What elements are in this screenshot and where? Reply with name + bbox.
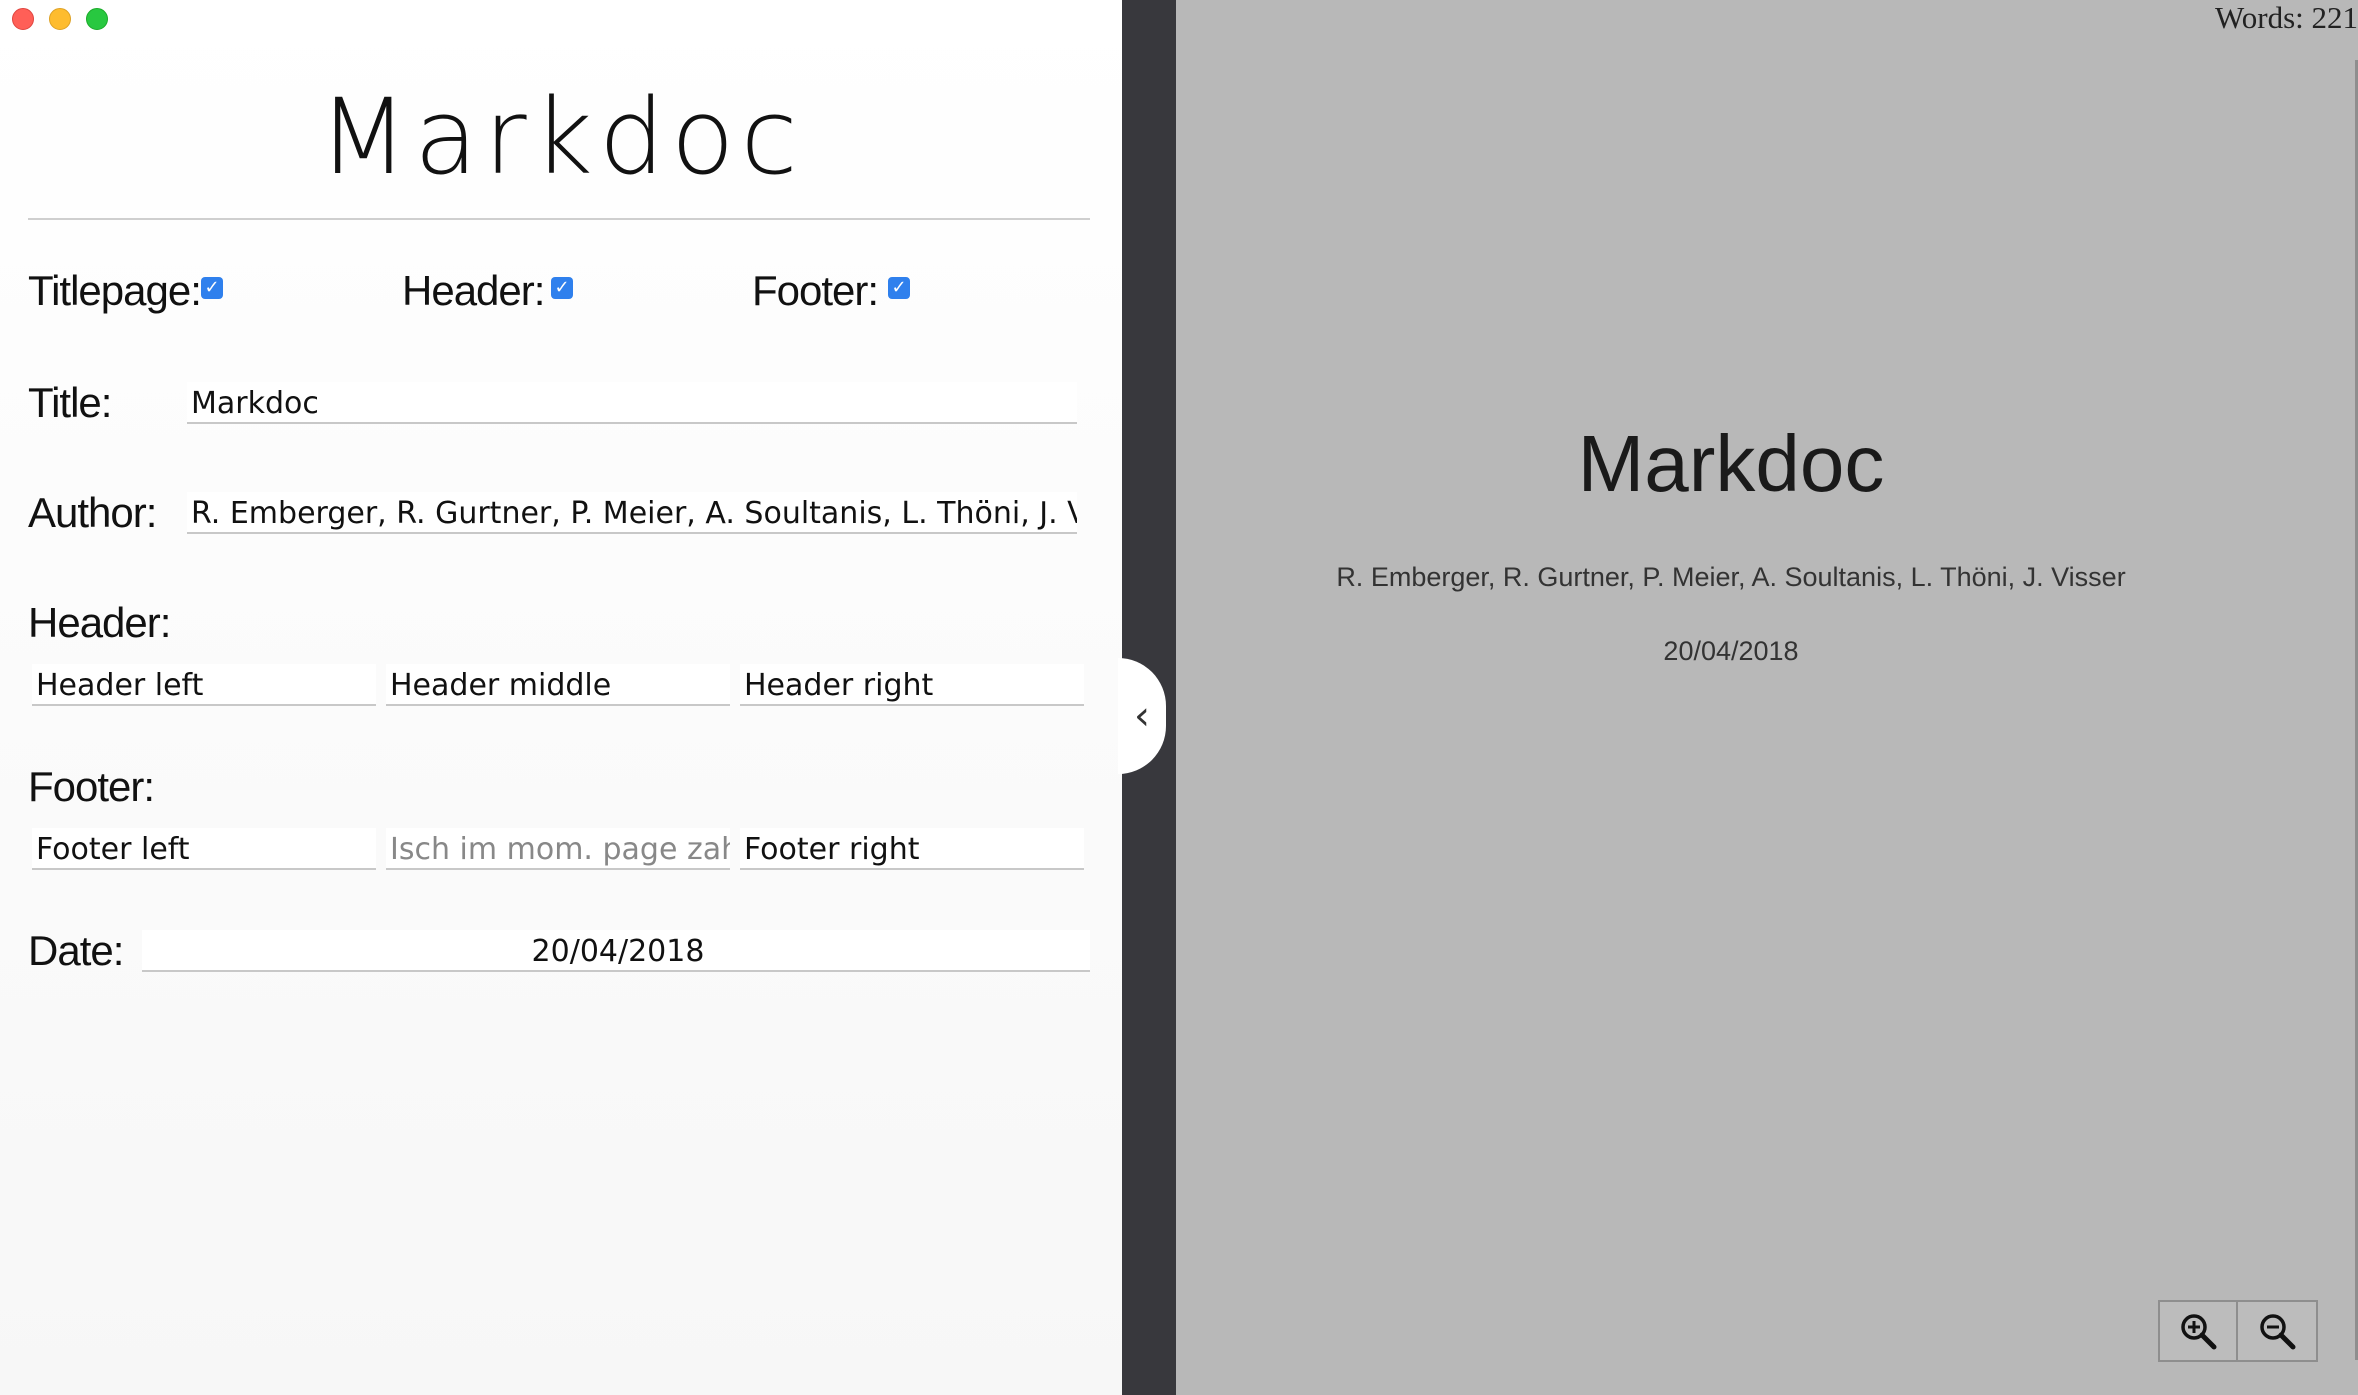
preview-title: Markdoc (1577, 419, 1885, 508)
preview-author: R. Emberger, R. Gurtner, P. Meier, A. So… (1336, 562, 2126, 592)
zoom-controls (2158, 1300, 2318, 1362)
chevron-left-icon: ‹ (1134, 693, 1150, 739)
zoom-in-icon (2181, 1314, 2217, 1350)
date-input[interactable]: 20/04/2018 (142, 930, 1090, 972)
footer-right-input[interactable]: Footer right (740, 828, 1084, 870)
author-label: Author: (28, 489, 157, 536)
title-divider (28, 218, 1090, 220)
titlepage-label: Titlepage: (28, 267, 202, 314)
footer-toggle-label: Footer: (752, 267, 879, 314)
footer-left-input[interactable]: Footer left (32, 828, 376, 870)
app-title: Markdoc (318, 76, 804, 198)
footer-section-label: Footer: (28, 763, 155, 810)
zoom-out-button[interactable] (2238, 1300, 2318, 1362)
header-checkbox[interactable]: ✓ (551, 277, 573, 299)
zoom-in-button[interactable] (2158, 1300, 2238, 1362)
title-input[interactable]: Markdoc (187, 382, 1077, 424)
header-left-input[interactable]: Header left (32, 664, 376, 706)
editor-panel: Markdoc Titlepage: ✓ Header: ✓ Footer: ✓… (0, 0, 1122, 1395)
zoom-out-icon (2260, 1314, 2296, 1350)
maximize-window-icon[interactable] (86, 8, 108, 30)
date-label: Date: (28, 927, 124, 974)
close-window-icon[interactable] (12, 8, 34, 30)
titlepage-checkbox[interactable]: ✓ (201, 277, 223, 299)
window-controls (12, 8, 108, 30)
author-input[interactable]: R. Emberger, R. Gurtner, P. Meier, A. So… (187, 492, 1077, 534)
title-label: Title: (28, 379, 112, 426)
header-right-input[interactable]: Header right (740, 664, 1084, 706)
footer-checkbox[interactable]: ✓ (888, 277, 910, 299)
header-middle-input[interactable]: Header middle (386, 664, 730, 706)
header-toggle-label: Header: (402, 267, 545, 314)
preview-date: 20/04/2018 (1663, 636, 1799, 666)
footer-middle-input[interactable]: Isch im mom. page zahl (386, 828, 730, 870)
word-count: Words: 221 (2214, 0, 2358, 35)
preview-panel: Words: 221 Markdoc R. Emberger, R. Gurtn… (1176, 0, 2358, 1395)
minimize-window-icon[interactable] (49, 8, 71, 30)
header-section-label: Header: (28, 599, 171, 646)
